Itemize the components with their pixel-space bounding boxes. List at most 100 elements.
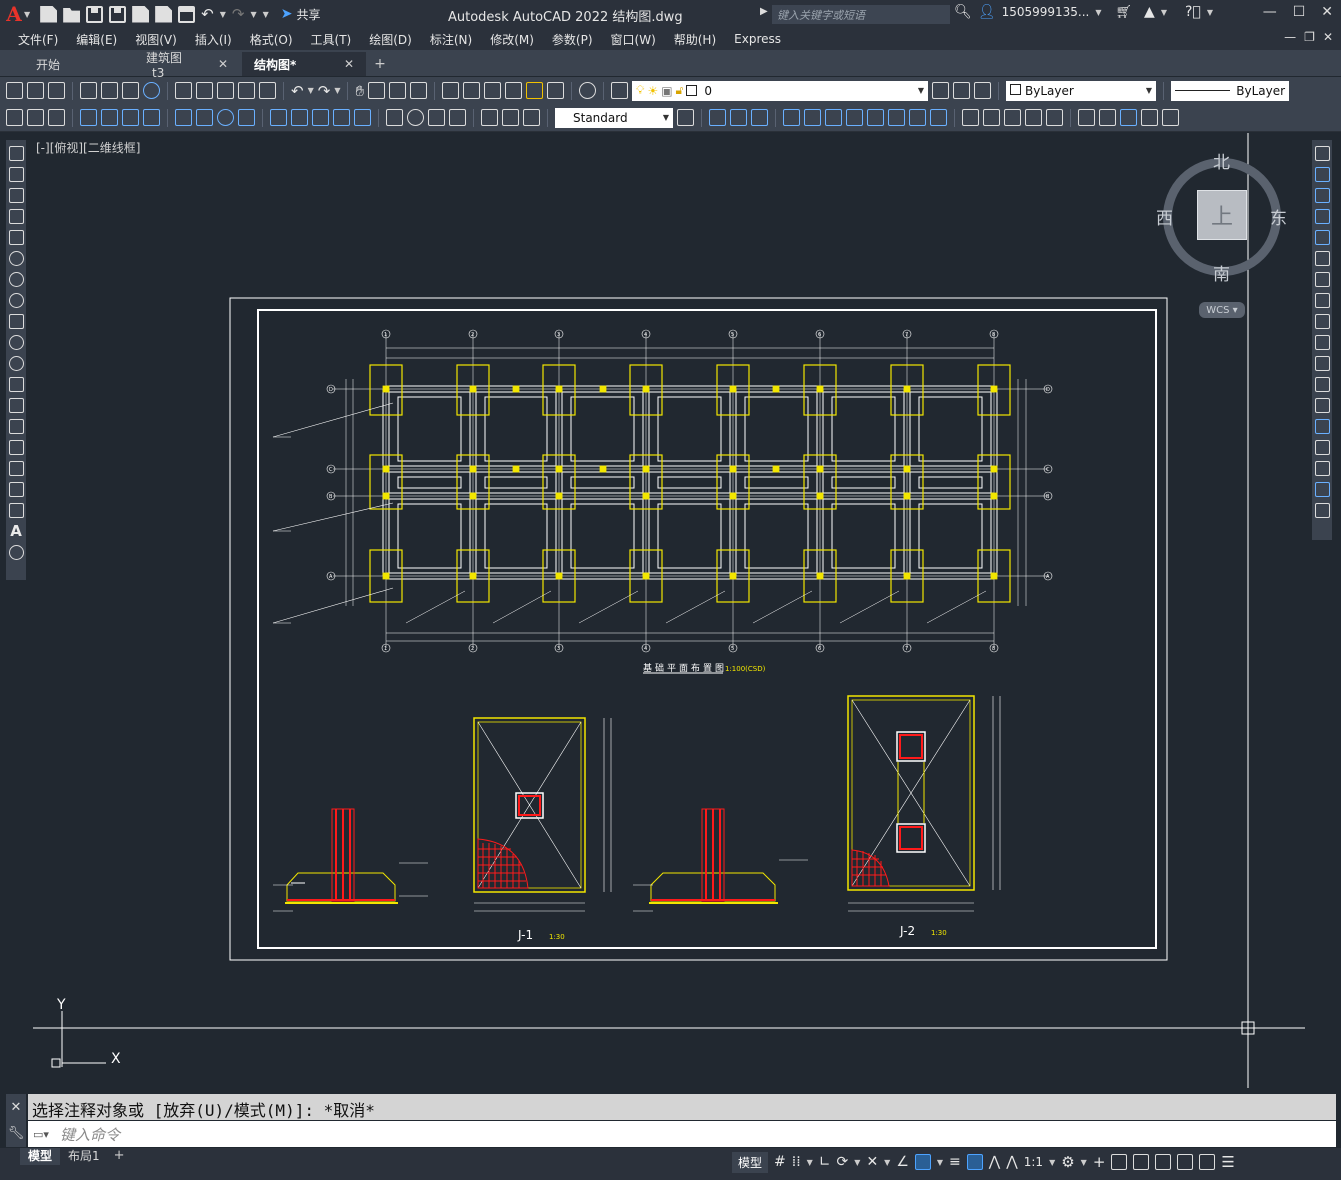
polyline-icon[interactable] xyxy=(8,188,24,203)
group-icon[interactable] xyxy=(1025,109,1042,126)
rotate-icon[interactable] xyxy=(825,109,842,126)
chevron-right-icon[interactable]: ▶ xyxy=(760,6,768,17)
jogged-dim-icon[interactable] xyxy=(196,109,213,126)
customize-wrench-icon[interactable]: 🔧︎ xyxy=(8,1126,25,1141)
sheet-set-icon[interactable] xyxy=(505,82,523,99)
paste-icon[interactable] xyxy=(217,82,234,99)
command-input[interactable]: ▭▾ 键入命令 xyxy=(28,1121,1336,1147)
ellipse-arc-icon[interactable] xyxy=(8,356,24,371)
extend-icon[interactable] xyxy=(909,109,926,126)
array-icon[interactable] xyxy=(1314,230,1330,245)
design-center-icon[interactable] xyxy=(463,82,481,99)
menu-file[interactable]: 文件(F) xyxy=(18,31,58,48)
tab-start[interactable]: 开始 xyxy=(0,52,120,76)
chevron-down-icon[interactable]: ▼ xyxy=(1081,1158,1087,1167)
dim-text-edit-icon[interactable] xyxy=(502,109,519,126)
trim-icon[interactable] xyxy=(888,109,905,126)
layer-properties-icon[interactable] xyxy=(611,82,629,99)
move-icon[interactable] xyxy=(1314,251,1330,266)
tab-layout1[interactable]: 布局1 xyxy=(60,1148,108,1165)
extend-icon[interactable] xyxy=(1314,356,1330,371)
menu-modify[interactable]: 修改(M) xyxy=(490,31,534,48)
menu-parametric[interactable]: 参数(P) xyxy=(552,31,593,48)
object-snap-tracking-icon[interactable]: ∠ xyxy=(896,1154,909,1170)
auto-scale-icon[interactable]: ⋀ xyxy=(989,1154,1000,1170)
menu-draw[interactable]: 绘图(D) xyxy=(369,31,412,48)
color-dropdown[interactable]: ByLayer ▼ xyxy=(1006,80,1157,101)
share-file-icon[interactable] xyxy=(155,5,173,23)
chevron-down-icon[interactable]: ▼ xyxy=(1049,1158,1055,1167)
copy-icon[interactable] xyxy=(1314,167,1330,182)
layer-previous-icon[interactable] xyxy=(953,82,971,99)
mirror-icon[interactable] xyxy=(1314,188,1330,203)
customize-qat-icon[interactable]: ▼ xyxy=(263,10,269,19)
plot-preview-icon[interactable] xyxy=(101,82,118,99)
grid-icon[interactable]: # xyxy=(774,1154,786,1170)
break-at-point-icon[interactable] xyxy=(1314,377,1330,392)
plot-icon[interactable] xyxy=(80,82,97,99)
compass-west[interactable]: 西 xyxy=(1156,204,1173,229)
quick-dim-icon[interactable] xyxy=(270,109,287,126)
share-button[interactable]: ➤ 共享 xyxy=(281,6,321,23)
menu-insert[interactable]: 插入(I) xyxy=(195,31,232,48)
diameter-dim-icon[interactable] xyxy=(217,109,234,126)
chevron-down-icon[interactable]: ▼ xyxy=(250,10,256,19)
calculator-icon[interactable] xyxy=(547,82,565,99)
ortho-icon[interactable]: ∟ xyxy=(819,1154,831,1170)
inspection-icon[interactable] xyxy=(428,109,445,126)
graphics-performance-icon[interactable] xyxy=(1177,1154,1194,1170)
drawing-area[interactable]: 1 1 2 2 3 3 4 4 5 5 6 6 7 7 8 8 D D C C B B A A 基础平面布置图 1:100(C… xyxy=(33,133,1305,1088)
dim-edit-icon[interactable] xyxy=(481,109,498,126)
insert-block-icon[interactable] xyxy=(1078,109,1095,126)
viewcube-top-face[interactable]: 上 xyxy=(1197,190,1247,240)
publish-icon[interactable] xyxy=(132,5,150,23)
point-icon[interactable] xyxy=(8,419,24,434)
doc-restore-icon[interactable]: ❐ xyxy=(1304,30,1315,44)
annotation-scale-icon[interactable]: ⋀ xyxy=(1006,1154,1017,1170)
trim-icon[interactable] xyxy=(1314,335,1330,350)
menu-edit[interactable]: 编辑(E) xyxy=(76,31,117,48)
help-icon[interactable]: ?⃝ xyxy=(1185,4,1201,20)
region-icon[interactable] xyxy=(8,482,24,497)
ordinate-dim-icon[interactable] xyxy=(143,109,160,126)
multiline-text-icon[interactable]: A xyxy=(9,524,24,539)
customization-menu-icon[interactable]: ☰ xyxy=(1221,1153,1234,1171)
insert-block-icon[interactable] xyxy=(8,377,24,392)
chevron-down-icon[interactable]: ▼ xyxy=(937,1158,943,1167)
open-icon[interactable] xyxy=(27,82,44,99)
angular-dim-icon[interactable] xyxy=(238,109,255,126)
menu-express[interactable]: Express xyxy=(734,32,781,46)
cart-icon[interactable]: 🛒︎ xyxy=(1116,5,1133,20)
dim-style-dropdown[interactable]: Standard ▼ xyxy=(555,107,673,128)
save-icon[interactable] xyxy=(48,82,65,99)
new-file-icon[interactable] xyxy=(40,5,58,23)
clip-icon[interactable] xyxy=(1141,109,1158,126)
make-current-icon[interactable] xyxy=(932,82,950,99)
blend-curves-icon[interactable] xyxy=(1314,482,1330,497)
ellipse-icon[interactable] xyxy=(8,335,24,350)
new-tab-icon[interactable]: + xyxy=(368,52,392,76)
minimize-icon[interactable]: — xyxy=(1263,4,1277,20)
tab-architectural-drawing[interactable]: 建筑图_t3 ✕ xyxy=(122,51,240,80)
workspace-gear-icon[interactable]: ⚙ xyxy=(1061,1153,1074,1171)
autodesk-app-icon[interactable]: ▲ xyxy=(1144,4,1155,20)
save-icon[interactable] xyxy=(86,5,104,23)
add-selected-icon[interactable] xyxy=(8,545,24,560)
layer-dropdown[interactable]: 💡︎ ☀ ▣ 🔓︎ 0 ▼ xyxy=(632,80,929,101)
copy-object-icon[interactable] xyxy=(709,109,726,126)
scale-icon[interactable] xyxy=(846,109,863,126)
edit-attribute-icon[interactable] xyxy=(48,109,65,126)
help-icon[interactable] xyxy=(579,82,597,99)
chevron-down-icon[interactable]: ▼ xyxy=(1161,8,1167,17)
quick-properties-icon[interactable] xyxy=(1133,1154,1150,1170)
cut-icon[interactable] xyxy=(175,82,192,99)
radius-dim-icon[interactable] xyxy=(175,109,192,126)
arc-length-icon[interactable] xyxy=(122,109,139,126)
block-editor-icon[interactable] xyxy=(259,82,276,99)
model-space-button[interactable]: 模型 xyxy=(732,1151,769,1173)
chevron-down-icon[interactable]: ▼ xyxy=(24,10,30,19)
aligned-dim-icon[interactable] xyxy=(101,109,118,126)
continue-dim-icon[interactable] xyxy=(312,109,329,126)
center-mark-icon[interactable] xyxy=(407,109,424,126)
arc-icon[interactable] xyxy=(8,251,24,266)
